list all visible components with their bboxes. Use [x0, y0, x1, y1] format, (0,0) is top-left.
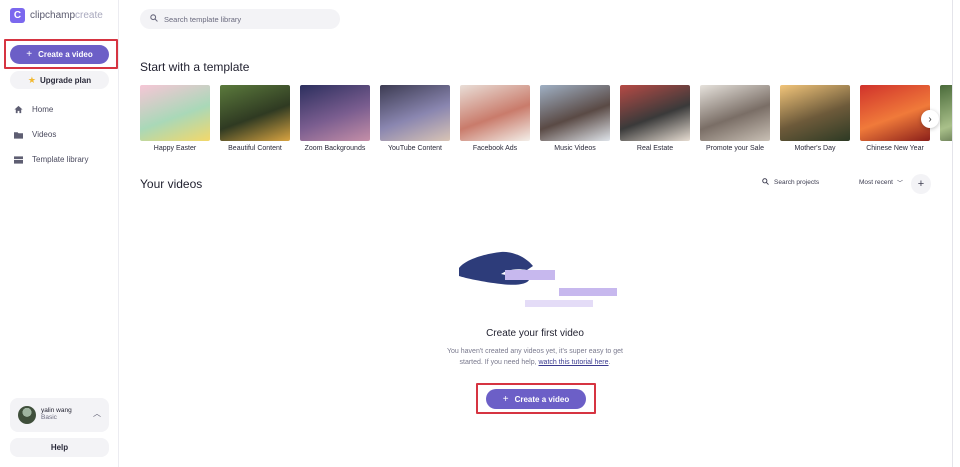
- sort-label: Most recent: [859, 179, 893, 186]
- avatar: [18, 406, 36, 424]
- templates-section-title: Start with a template: [140, 60, 250, 74]
- brand-name-main: clipchamp: [30, 10, 76, 21]
- user-menu[interactable]: yalin wang Basic ︿: [10, 398, 109, 432]
- template-card[interactable]: Facebook Ads: [460, 85, 530, 152]
- template-label: W: [940, 145, 952, 152]
- template-icon: [12, 155, 24, 164]
- template-label: Music Videos: [554, 145, 596, 152]
- template-label: Happy Easter: [153, 145, 197, 152]
- brand-name: clipchampcreate: [30, 10, 103, 21]
- search-icon: [150, 14, 158, 24]
- sort-dropdown[interactable]: Most recent ﹀: [859, 178, 903, 187]
- template-label: Chinese New Year: [866, 145, 924, 152]
- add-project-button[interactable]: +: [911, 174, 931, 194]
- chevron-down-icon: ﹀: [896, 181, 903, 187]
- empty-desc-end: .: [608, 359, 611, 367]
- empty-state-description: You haven't created any videos yet, it's…: [440, 346, 630, 368]
- template-label: Mother's Day: [794, 145, 836, 152]
- main-create-video-button[interactable]: + Create a video: [486, 389, 586, 409]
- videos-section-title: Your videos: [140, 177, 203, 191]
- sidebar-create-video-label: Create a video: [38, 50, 93, 59]
- sidebar-item-label: Videos: [32, 130, 57, 139]
- sidebar-item-label: Template library: [32, 155, 89, 164]
- hand-illustration: [455, 246, 625, 321]
- chevron-up-icon: ︿: [93, 409, 101, 418]
- home-icon: [12, 105, 24, 114]
- help-button[interactable]: Help: [10, 438, 109, 457]
- main-create-video-label: Create a video: [514, 394, 570, 404]
- template-card[interactable]: Music Videos: [540, 85, 610, 152]
- template-card[interactable]: Promote your Sale: [700, 85, 770, 152]
- project-search-label: Search projects: [774, 179, 820, 186]
- search-input[interactable]: [164, 14, 324, 24]
- template-label: YouTube Content: [388, 145, 442, 152]
- plus-icon: +: [502, 393, 509, 405]
- empty-state-title: Create your first video: [486, 328, 584, 339]
- plus-icon: +: [26, 49, 33, 60]
- brand-name-light: create: [75, 10, 103, 21]
- project-search[interactable]: Search projects: [762, 178, 819, 187]
- template-card[interactable]: Real Estate: [620, 85, 690, 152]
- brand[interactable]: C clipchampcreate: [10, 8, 103, 23]
- clipchamp-logo-icon: C: [10, 8, 25, 23]
- template-card[interactable]: W: [940, 85, 952, 152]
- sidebar-item-template-library[interactable]: Template library: [12, 155, 88, 164]
- carousel-next-button[interactable]: ›: [921, 110, 939, 128]
- template-label: Zoom Backgrounds: [304, 145, 366, 152]
- template-card[interactable]: YouTube Content: [380, 85, 450, 152]
- template-thumbnail: [700, 85, 770, 141]
- template-label: Promote your Sale: [706, 145, 764, 152]
- template-thumbnail: [380, 85, 450, 141]
- sidebar-item-label: Home: [32, 105, 54, 114]
- sidebar-item-videos[interactable]: Videos: [12, 130, 56, 139]
- template-thumbnail: [300, 85, 370, 141]
- scrollbar-track[interactable]: [952, 0, 960, 467]
- upgrade-plan-button[interactable]: ★ Upgrade plan: [10, 71, 109, 89]
- template-label: Facebook Ads: [472, 145, 518, 152]
- template-card[interactable]: Zoom Backgrounds: [300, 85, 370, 152]
- template-thumbnail: [780, 85, 850, 141]
- template-thumbnail: [220, 85, 290, 141]
- template-thumbnail: [620, 85, 690, 141]
- template-thumbnail: [860, 85, 930, 141]
- sidebar: C clipchampcreate + Create a video ★ Upg…: [0, 0, 119, 467]
- template-thumbnail: [140, 85, 210, 141]
- sidebar-create-video-button[interactable]: + Create a video: [10, 45, 109, 64]
- template-card[interactable]: Chinese New Year: [860, 85, 930, 152]
- template-thumbnail: [940, 85, 952, 141]
- template-search[interactable]: [140, 9, 340, 29]
- template-label: Beautiful Content: [228, 145, 282, 152]
- user-plan: Basic: [41, 414, 57, 421]
- template-carousel: Happy Easter Beautiful Content Zoom Backgr…: [140, 85, 952, 157]
- template-label: Real Estate: [636, 145, 674, 152]
- template-card[interactable]: Mother's Day: [780, 85, 850, 152]
- template-thumbnail: [460, 85, 530, 141]
- star-icon: ★: [27, 74, 36, 85]
- sidebar-item-home[interactable]: Home: [12, 105, 53, 114]
- upgrade-plan-label: Upgrade plan: [39, 75, 92, 85]
- template-thumbnail: [540, 85, 610, 141]
- template-card[interactable]: Beautiful Content: [220, 85, 290, 152]
- template-card[interactable]: Happy Easter: [140, 85, 210, 152]
- search-icon: [762, 178, 769, 187]
- tutorial-link[interactable]: watch this tutorial here: [539, 359, 609, 366]
- folder-icon: [12, 131, 24, 139]
